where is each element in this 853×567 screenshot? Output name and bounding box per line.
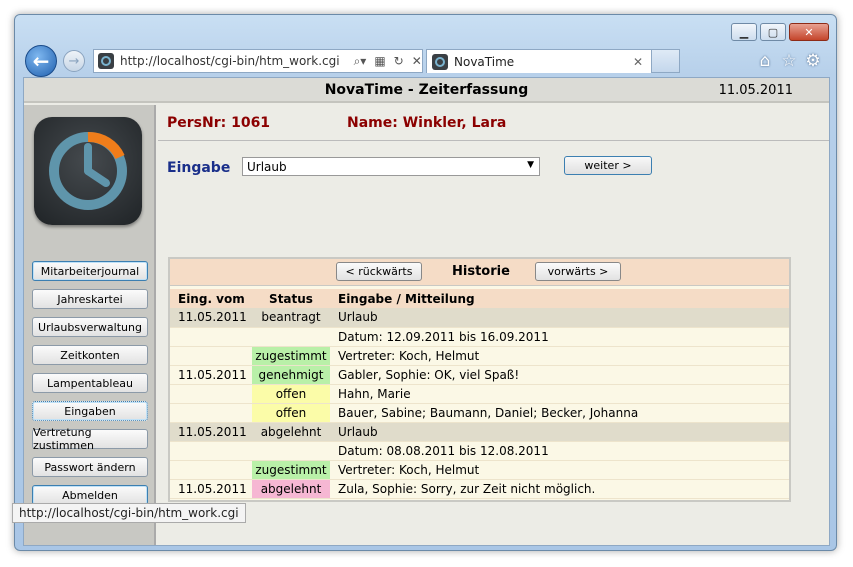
weiter-button[interactable]: weiter > <box>564 156 652 175</box>
cell-status: offen <box>252 384 330 404</box>
sidebar-item-abmelden[interactable]: Abmelden <box>32 485 148 505</box>
forward-arrow-icon: → <box>68 53 80 69</box>
cell-date <box>170 460 252 480</box>
cell-status: genehmigt <box>252 365 330 385</box>
cell-date <box>170 403 252 423</box>
table-row: offen Bauer, Sabine; Baumann, Daniel; Be… <box>170 403 789 423</box>
persnr-label: PersNr: 1061 <box>167 115 271 131</box>
table-row: 11.05.2011 beantragt Urlaub <box>170 308 789 328</box>
forward-button[interactable]: → <box>63 50 85 72</box>
page-content: NovaTime - Zeiterfassung 11.05.2011 Mita… <box>23 77 830 546</box>
search-icon[interactable]: ⌕▾ <box>354 54 367 69</box>
cell-text: Urlaub <box>330 308 789 328</box>
home-icon[interactable]: ⌂ <box>755 51 775 71</box>
cell-text: Zula, Sophie: Sorry, zur Zeit nicht mögl… <box>330 479 789 499</box>
sidebar-item-jahreskartei[interactable]: Jahreskartei <box>32 289 148 309</box>
table-row: 11.05.2011 genehmigt Gabler, Sophie: OK,… <box>170 365 789 385</box>
tab-close-icon[interactable]: ✕ <box>633 55 643 69</box>
cell-text: Gabler, Sophie: OK, viel Spaß! <box>330 365 789 385</box>
tab-favicon-icon <box>432 53 448 70</box>
sidebar-item-zeitkonten[interactable]: Zeitkonten <box>32 345 148 365</box>
column-header-text: Eingabe / Mitteilung <box>330 289 789 308</box>
cell-status <box>252 327 330 347</box>
cell-text: Bauer, Sabine; Baumann, Daniel; Becker, … <box>330 403 789 423</box>
cell-date <box>170 384 252 404</box>
table-row: Datum: 12.09.2011 bis 16.09.2011 <box>170 327 789 347</box>
cell-text: Datum: 08.08.2011 bis 12.08.2011 <box>330 441 789 461</box>
favorites-star-icon[interactable]: ☆ <box>779 51 799 71</box>
stop-icon[interactable]: ✕ <box>412 54 422 68</box>
cell-status: offen <box>252 403 330 423</box>
chevron-down-icon: ▼ <box>527 160 534 170</box>
back-button[interactable]: ← <box>25 45 57 77</box>
sidebar-item-passwort-aendern[interactable]: Passwort ändern <box>32 457 148 477</box>
table-row: 11.05.2011 abgelehnt Urlaub <box>170 422 789 442</box>
cell-date <box>170 346 252 366</box>
address-url: http://localhost/cgi-bin/htm_work.cgi <box>120 54 340 68</box>
tab-title: NovaTime <box>454 54 515 69</box>
cell-date: 11.05.2011 <box>170 422 252 442</box>
cell-status: abgelehnt <box>252 422 330 442</box>
app-header: NovaTime - Zeiterfassung 11.05.2011 <box>24 78 829 103</box>
sidebar-item-eingaben[interactable]: Eingaben <box>32 401 148 421</box>
column-header-status: Status <box>252 289 330 308</box>
maximize-button[interactable]: ▢ <box>760 23 786 41</box>
cell-status: beantragt <box>252 308 330 328</box>
tab-novatime[interactable]: NovaTime ✕ <box>426 49 652 73</box>
sidebar-item-vertretung-zustimmen[interactable]: Vertretung zustimmen <box>32 426 148 452</box>
address-bar[interactable]: http://localhost/cgi-bin/htm_work.cgi ⌕▾… <box>93 49 423 73</box>
cell-text: Vertreter: Koch, Helmut <box>330 460 789 480</box>
forward-history-button[interactable]: vorwärts > <box>535 262 621 281</box>
eingabe-select[interactable]: Urlaub ▼ <box>242 157 540 176</box>
cell-text: Vertreter: Koch, Helmut <box>330 346 789 366</box>
sidebar-item-urlaubsverwaltung[interactable]: Urlaubsverwaltung <box>32 317 148 337</box>
sidebar-item-lampentableau[interactable]: Lampentableau <box>32 373 148 393</box>
cell-date: 11.05.2011 <box>170 308 252 328</box>
cell-date <box>170 441 252 461</box>
back-arrow-icon: ← <box>32 49 50 73</box>
cell-text: Datum: 12.09.2011 bis 16.09.2011 <box>330 327 789 347</box>
browser-window: ▁ ▢ ✕ ← → http://localhost/cgi-bin/htm_w… <box>14 14 837 551</box>
column-header-date: Eing. vom <box>170 289 252 308</box>
status-bar-url: http://localhost/cgi-bin/htm_work.cgi <box>12 503 246 523</box>
table-row: zugestimmt Vertreter: Koch, Helmut <box>170 460 789 480</box>
cell-status: abgelehnt <box>252 479 330 499</box>
cell-text: Urlaub <box>330 422 789 442</box>
settings-gear-icon[interactable]: ⚙ <box>803 51 823 71</box>
history-panel: < rückwärts Historie vorwärts > Eing. vo… <box>168 257 791 502</box>
person-name-label: Name: Winkler, Lara <box>347 115 507 131</box>
site-favicon-icon <box>98 53 114 69</box>
compat-view-icon[interactable]: ▦ <box>374 54 385 68</box>
table-header-row: Eing. vom Status Eingabe / Mitteilung <box>170 289 789 308</box>
eingabe-label: Eingabe <box>167 160 231 176</box>
refresh-icon[interactable]: ↻ <box>394 54 404 68</box>
table-row: zugestimmt Vertreter: Koch, Helmut <box>170 346 789 366</box>
history-title: Historie <box>452 264 510 279</box>
cell-text: Hahn, Marie <box>330 384 789 404</box>
cell-status: zugestimmt <box>252 346 330 366</box>
main-panel: PersNr: 1061 Name: Winkler, Lara Eingabe… <box>158 105 829 545</box>
header-date: 11.05.2011 <box>718 83 793 98</box>
history-table: Eing. vom Status Eingabe / Mitteilung 11… <box>170 289 789 499</box>
sidebar-item-mitarbeiterjournal[interactable]: Mitarbeiterjournal <box>32 261 148 281</box>
history-header: < rückwärts Historie vorwärts > <box>170 259 789 286</box>
close-window-button[interactable]: ✕ <box>789 23 829 41</box>
back-history-button[interactable]: < rückwärts <box>336 262 422 281</box>
table-row: offen Hahn, Marie <box>170 384 789 404</box>
table-row: 11.05.2011 abgelehnt Zula, Sophie: Sorry… <box>170 479 789 499</box>
sidebar: Mitarbeiterjournal Jahreskartei Urlaubsv… <box>24 105 156 545</box>
cell-date: 11.05.2011 <box>170 365 252 385</box>
novatime-logo <box>34 117 142 225</box>
cell-status: zugestimmt <box>252 460 330 480</box>
app-title: NovaTime - Zeiterfassung <box>324 82 529 98</box>
divider <box>158 140 829 141</box>
eingabe-select-value: Urlaub <box>247 159 287 174</box>
cell-status <box>252 441 330 461</box>
minimize-button[interactable]: ▁ <box>731 23 757 41</box>
cell-date <box>170 327 252 347</box>
cell-date: 11.05.2011 <box>170 479 252 499</box>
new-tab-button[interactable] <box>652 49 680 73</box>
table-row: Datum: 08.08.2011 bis 12.08.2011 <box>170 441 789 461</box>
